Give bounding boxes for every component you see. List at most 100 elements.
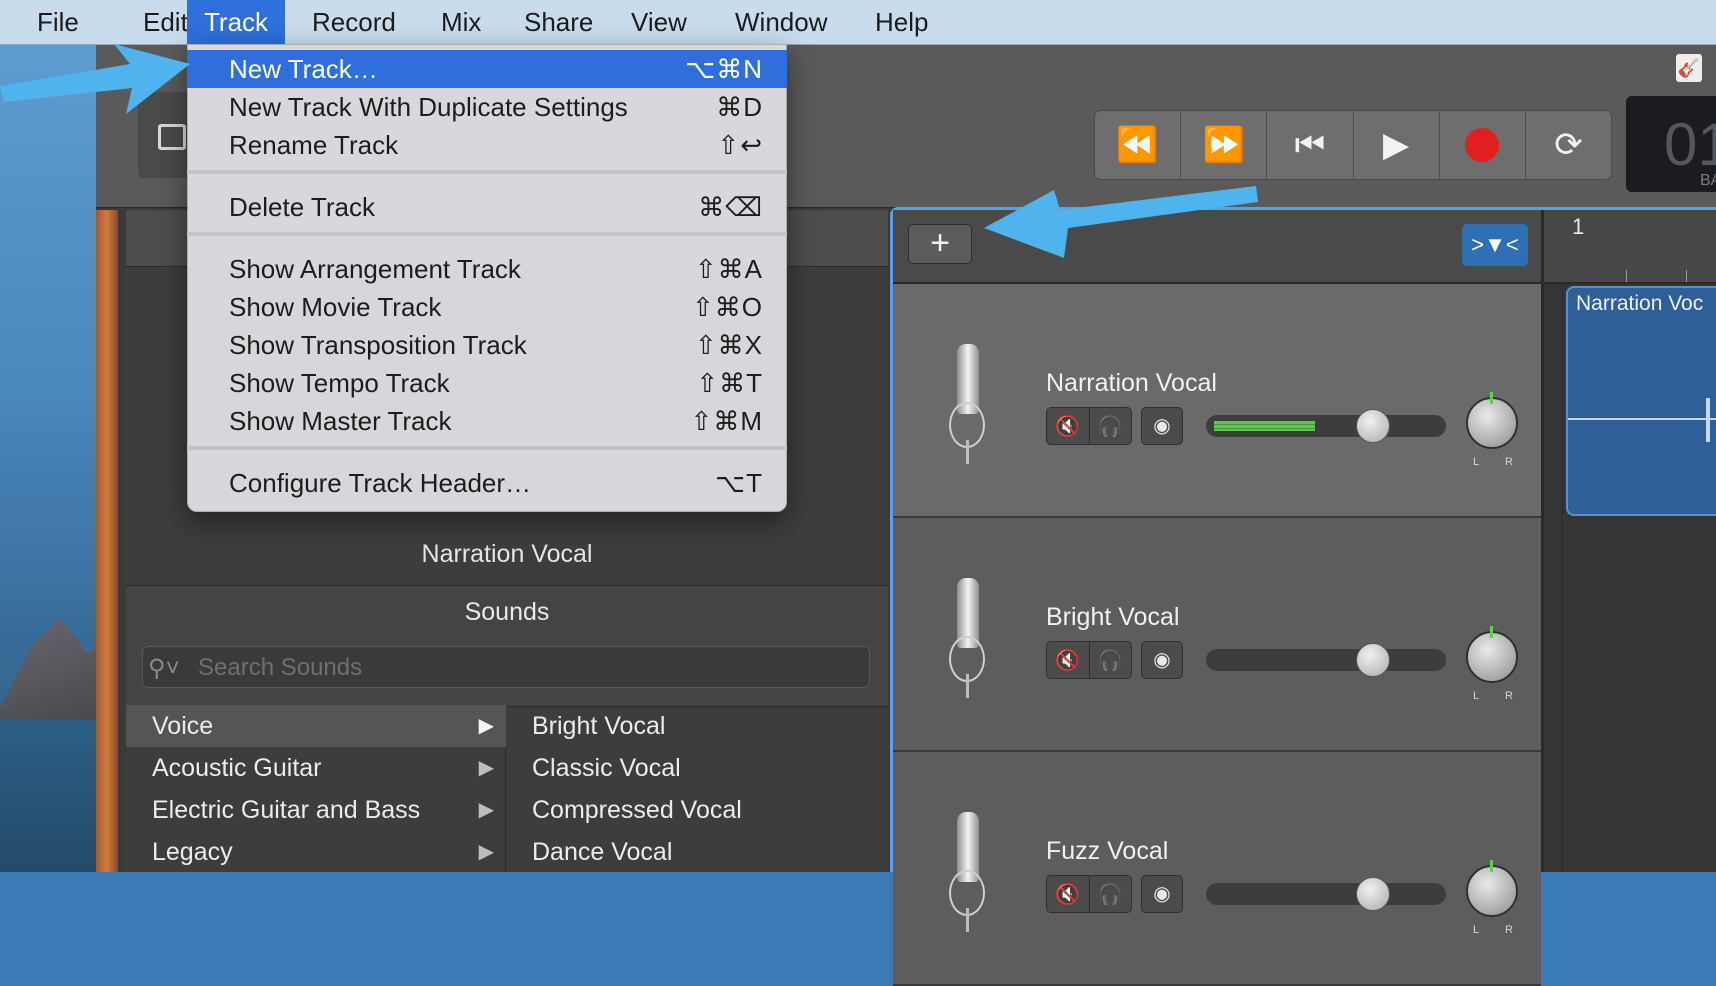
volume-slider[interactable] — [1206, 649, 1446, 671]
pan-knob[interactable] — [1466, 865, 1518, 917]
track-header[interactable]: Narration Vocal 🔇 🎧 ◉ L R — [893, 284, 1541, 518]
menu-item-show-master-track[interactable]: Show Master Track ⇧⌘M — [187, 402, 787, 440]
category-item[interactable]: Acoustic Guitar ▶ — [126, 747, 506, 789]
volume-slider-knob[interactable] — [1356, 877, 1390, 911]
menu-item-delete-track[interactable]: Delete Track ⌘⌫ — [187, 188, 787, 226]
menu-item-show-arrangement-track[interactable]: Show Arrangement Track ⇧⌘A — [187, 250, 787, 288]
record-button[interactable] — [1440, 111, 1526, 179]
menu-mix[interactable]: Mix — [424, 0, 498, 44]
track-divider[interactable] — [1541, 210, 1544, 872]
menu-item-new-track-with-duplicate-settings[interactable]: New Track With Duplicate Settings ⌘D — [187, 88, 787, 126]
menu-item-shortcut: ⌥T — [715, 468, 763, 498]
mute-button[interactable]: 🔇 — [1047, 408, 1090, 444]
headphones-icon: 🎧 — [1097, 883, 1123, 906]
region-name: Narration Voc — [1576, 292, 1704, 315]
lcd-value: 01 — [1664, 111, 1716, 178]
pan-knob[interactable] — [1466, 397, 1518, 449]
menu-item-label: Configure Track Header… — [229, 468, 532, 498]
menu-help[interactable]: Help — [858, 0, 945, 44]
add-track-button[interactable]: + — [908, 224, 972, 264]
go-to-start-button[interactable]: ⏮ — [1267, 111, 1354, 179]
play-button[interactable]: ▶ — [1354, 111, 1440, 179]
track-buttons: 🔇 🎧 — [1046, 641, 1132, 679]
track-name: Fuzz Vocal — [1046, 837, 1169, 865]
volume-slider[interactable] — [1206, 883, 1446, 905]
monitor-button[interactable]: ◉ — [1141, 407, 1183, 445]
transport-controls: ⏪ ⏩ ⏮ ▶ ⟳ — [1094, 110, 1612, 180]
menu-item-configure-track-header[interactable]: Configure Track Header… ⌥T — [187, 464, 787, 502]
pan-indicator — [1490, 860, 1493, 872]
catch-filter-button[interactable]: ˃▼˂ — [1462, 224, 1528, 266]
menu-track[interactable]: Track — [187, 0, 286, 44]
menu-file[interactable]: File — [20, 0, 96, 44]
rewind-button[interactable]: ⏪ — [1095, 111, 1182, 179]
search-icon[interactable]: ⚲˅ — [148, 654, 180, 683]
pan-left-label: L — [1473, 690, 1480, 702]
search-input[interactable] — [196, 652, 840, 684]
track-header[interactable]: Bright Vocal 🔇 🎧 ◉ L R — [893, 518, 1541, 752]
menu-item-rename-track[interactable]: Rename Track ⇧↩ — [187, 126, 787, 164]
menu-item-shortcut: ⌥⌘N — [685, 54, 763, 84]
menu-item-shortcut: ⌘D — [716, 92, 763, 122]
category-item[interactable]: Voice ▶ — [126, 705, 506, 747]
microphone-stand — [966, 908, 969, 932]
preset-item[interactable]: Dance Vocal — [506, 831, 886, 873]
cycle-icon: ⟳ — [1554, 126, 1583, 164]
volume-slider-knob[interactable] — [1356, 643, 1390, 677]
category-label: Acoustic Guitar — [152, 754, 322, 782]
mute-button[interactable]: 🔇 — [1047, 876, 1090, 912]
desktop-sea — [0, 720, 110, 872]
menu-item-show-tempo-track[interactable]: Show Tempo Track ⇧⌘T — [187, 364, 787, 402]
lcd-label: BA — [1700, 172, 1716, 189]
menu-item-label: Show Arrangement Track — [229, 254, 521, 284]
solo-button[interactable]: 🎧 — [1090, 642, 1132, 678]
monitor-button[interactable]: ◉ — [1141, 875, 1183, 913]
menu-item-shortcut: ⇧⌘X — [694, 330, 763, 360]
pan-left-label: L — [1473, 924, 1480, 936]
bar-gridline — [1562, 282, 1563, 872]
mute-icon: 🔇 — [1055, 649, 1081, 672]
track-header[interactable]: Fuzz Vocal 🔇 🎧 ◉ L R — [893, 752, 1541, 986]
menu-share[interactable]: Share — [507, 0, 610, 44]
ruler-tick — [1686, 270, 1687, 282]
fast-forward-button[interactable]: ⏩ — [1181, 111, 1268, 179]
pan-knob[interactable] — [1466, 631, 1518, 683]
menu-item-show-movie-track[interactable]: Show Movie Track ⇧⌘O — [187, 288, 787, 326]
menu-item-label: New Track With Duplicate Settings — [229, 92, 628, 122]
headphones-icon: 🎧 — [1097, 649, 1123, 672]
cycle-button[interactable]: ⟳ — [1526, 111, 1611, 179]
preset-item[interactable]: Compressed Vocal — [506, 789, 886, 831]
menu-view[interactable]: View — [614, 0, 704, 44]
solo-button[interactable]: 🎧 — [1090, 408, 1132, 444]
record-icon — [1465, 128, 1500, 162]
menu-item-shortcut: ⇧⌘A — [694, 254, 763, 284]
chevron-right-icon: ▶ — [478, 757, 494, 779]
category-label: Voice — [152, 712, 214, 740]
track-buttons: 🔇 🎧 — [1046, 407, 1132, 445]
menu-window[interactable]: Window — [718, 0, 844, 44]
category-item[interactable]: Legacy ▶ — [126, 831, 506, 873]
volume-slider[interactable] — [1206, 415, 1446, 437]
menu-item-label: Rename Track — [229, 130, 399, 160]
solo-button[interactable]: 🎧 — [1090, 876, 1132, 912]
menu-item-label: Show Transposition Track — [229, 330, 527, 360]
headphones-icon: 🎧 — [1097, 415, 1123, 438]
menu-item-new-track[interactable]: New Track… ⌥⌘N — [187, 50, 787, 88]
menu-item-shortcut: ⌘⌫ — [698, 192, 763, 222]
fast-forward-icon: ⏩ — [1202, 126, 1245, 164]
menu-item-shortcut: ⇧⌘T — [696, 368, 763, 398]
bar-number: 1 — [1572, 214, 1585, 239]
pan-indicator — [1490, 392, 1493, 404]
preset-item[interactable]: Classic Vocal — [506, 747, 886, 789]
monitor-icon: ◉ — [1153, 883, 1171, 905]
monitor-button[interactable]: ◉ — [1141, 641, 1183, 679]
audio-region[interactable] — [1566, 286, 1716, 516]
waveform-peak — [1706, 398, 1710, 442]
preset-item[interactable]: Bright Vocal — [506, 705, 886, 747]
menu-record[interactable]: Record — [295, 0, 413, 44]
volume-slider-knob[interactable] — [1356, 409, 1390, 443]
mute-button[interactable]: 🔇 — [1047, 642, 1090, 678]
bar-ruler[interactable] — [1544, 210, 1716, 284]
menu-item-show-transposition-track[interactable]: Show Transposition Track ⇧⌘X — [187, 326, 787, 364]
category-item[interactable]: Electric Guitar and Bass ▶ — [126, 789, 506, 831]
